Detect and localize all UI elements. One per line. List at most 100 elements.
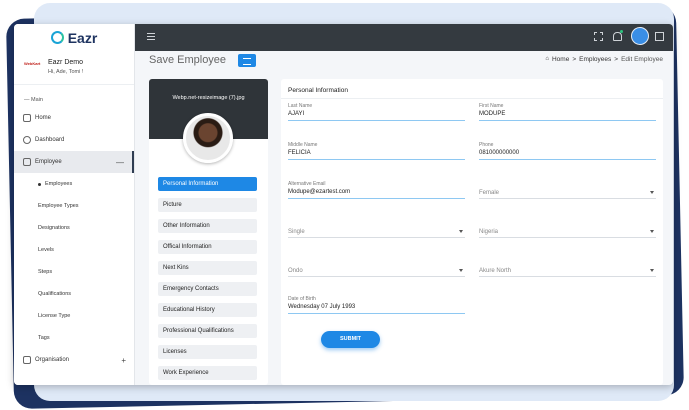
sidebar-item-label: Home [35, 115, 52, 121]
submit-button[interactable]: SUBMIT [321, 331, 380, 348]
select-value: Female [479, 190, 500, 196]
date-of-birth-field[interactable]: Date of Birth Wednesday 07 July 1993 [288, 296, 465, 314]
sidebar-subitem-label: Qualifications [38, 291, 72, 297]
field-label: Alternative Email [288, 181, 326, 187]
sidebar-subitem-label: Levels [38, 247, 54, 253]
sidebar-subitem-qualifications[interactable]: Qualifications [14, 283, 134, 305]
page-title: Save Employee [149, 54, 227, 66]
middle-name-field[interactable]: Middle Name FELICIA [288, 142, 465, 160]
profile-greeting: Hi, Ade, Tomi ! [48, 69, 84, 75]
home-icon [23, 114, 31, 122]
notification-bell-icon[interactable] [613, 32, 622, 41]
tab-list: Personal Information Picture Other Infor… [158, 177, 257, 385]
sidebar-subitem-license-type[interactable]: License Type [14, 305, 134, 327]
chevron-down-icon [650, 191, 654, 194]
app-window: Eazr WebKart Eazr Demo Hi, Ade, Tomi ! —… [14, 24, 673, 385]
field-value: Modupe@ezartest.com [288, 189, 351, 195]
chevron-down-icon [459, 230, 463, 233]
sidebar-subitem-label: Tags [38, 335, 50, 341]
tab-personal-information[interactable]: Personal Information [158, 177, 257, 191]
breadcrumb-home-icon: ⌂ [545, 56, 549, 62]
field-value: Wednesday 07 July 1993 [288, 304, 356, 310]
select-value: Single [288, 229, 305, 235]
expand-icon[interactable]: + [121, 356, 126, 365]
sidebar-item-label: Dashboard [35, 137, 65, 143]
sidebar-item-home[interactable]: Home [14, 107, 134, 129]
select-value: Akure North [479, 268, 512, 274]
field-label: Last Name [288, 103, 313, 109]
tab-licenses[interactable]: Licenses [158, 345, 257, 359]
logo[interactable]: Eazr [14, 24, 134, 51]
sidebar-subitem-label: License Type [38, 313, 71, 319]
sidebar-subitem-designations[interactable]: Designations [14, 217, 134, 239]
state-select[interactable]: Ondo [288, 266, 465, 277]
breadcrumb-current: Edit Employee [621, 56, 663, 63]
chevron-down-icon [650, 269, 654, 272]
tab-educational-history[interactable]: Educational History [158, 303, 257, 317]
sidebar-subitem-employee-types[interactable]: Employee Types [14, 195, 134, 217]
select-value: Ondo [288, 268, 303, 274]
screenshot-stage: Eazr WebKart Eazr Demo Hi, Ade, Tomi ! —… [0, 0, 689, 410]
chevron-down-icon [650, 230, 654, 233]
sidebar-subitem-label: Designations [38, 225, 70, 231]
sidebar-item-label: Organisation [35, 357, 70, 363]
field-value: FELICIA [288, 150, 311, 156]
employee-tab-panel: Webp.net-resizeimage (7).jpg Personal In… [149, 79, 268, 385]
sidebar-item-organisation[interactable]: Organisation + [14, 349, 134, 371]
select-value: Nigeria [479, 229, 499, 235]
tab-emergency-contacts[interactable]: Emergency Contacts [158, 282, 257, 296]
field-label: Date of Birth [288, 296, 316, 302]
last-name-field[interactable]: Last Name AJAYI [288, 103, 465, 121]
breadcrumb-employees[interactable]: Employees [579, 56, 611, 63]
employee-photo[interactable] [183, 113, 233, 163]
sidebar-subitem-label: Employees [45, 181, 73, 187]
sidebar-subitem-tags[interactable]: Tags [14, 327, 134, 349]
field-label: Phone [479, 142, 494, 148]
sidebar: Eazr WebKart Eazr Demo Hi, Ade, Tomi ! —… [14, 24, 135, 385]
employee-icon [23, 158, 31, 166]
sidebar-subitem-levels[interactable]: Levels [14, 239, 134, 261]
company-logo: WebKart [24, 61, 41, 66]
collapse-icon[interactable]: — [116, 158, 124, 167]
card-title: Personal Information [281, 79, 663, 99]
lga-select[interactable]: Akure North [479, 266, 656, 277]
tab-offical-information[interactable]: Offical Information [158, 240, 257, 254]
breadcrumb-separator: > [614, 56, 619, 63]
field-value: AJAYI [288, 111, 305, 117]
phone-field[interactable]: Phone 081000000000 [479, 142, 656, 160]
fullscreen-icon[interactable] [594, 32, 603, 41]
apps-grid-icon[interactable] [655, 32, 664, 41]
breadcrumb: ⌂ Home > Employees > Edit Employee [545, 56, 663, 63]
tab-work-experience[interactable]: Work Experience [158, 366, 257, 380]
alternative-email-field[interactable]: Alternative Email Modupe@ezartest.com [288, 181, 465, 199]
sidebar-item-dashboard[interactable]: Dashboard [14, 129, 134, 151]
profile-name: Eazr Demo [48, 59, 84, 66]
eazr-logo-icon [50, 31, 64, 44]
breadcrumb-home[interactable]: Home [552, 56, 569, 63]
chevron-down-icon [459, 269, 463, 272]
menu-section-main: — Main [24, 97, 43, 103]
tab-picture[interactable]: Picture [158, 198, 257, 212]
sidebar-subitem-label: Steps [38, 269, 53, 275]
active-dot-icon [38, 182, 41, 186]
tab-other-information[interactable]: Other Information [158, 219, 257, 233]
menu-toggle-icon[interactable] [147, 33, 155, 40]
list-view-button[interactable] [238, 54, 256, 67]
topbar [135, 24, 673, 51]
sidebar-subitem-employees[interactable]: Employees [14, 173, 134, 195]
user-avatar[interactable] [631, 27, 649, 45]
tab-next-kins[interactable]: Next Kins [158, 261, 257, 275]
country-select[interactable]: Nigeria [479, 227, 656, 238]
organisation-icon [23, 356, 31, 364]
marital-status-select[interactable]: Single [288, 227, 465, 238]
gender-select[interactable]: Female [479, 188, 656, 199]
sidebar-item-employee[interactable]: Employee — [14, 151, 134, 173]
sidebar-subitem-steps[interactable]: Steps [14, 261, 134, 283]
field-value: MODUPE [479, 111, 506, 117]
first-name-field[interactable]: First Name MODUPE [479, 103, 656, 121]
photo-filename: Webp.net-resizeimage (7).jpg [172, 95, 245, 101]
field-value: 081000000000 [479, 150, 520, 156]
user-profile: WebKart Eazr Demo Hi, Ade, Tomi ! [14, 51, 134, 85]
tab-professional-qualifications[interactable]: Professional Qualifications [158, 324, 257, 338]
notification-dot [620, 30, 623, 33]
